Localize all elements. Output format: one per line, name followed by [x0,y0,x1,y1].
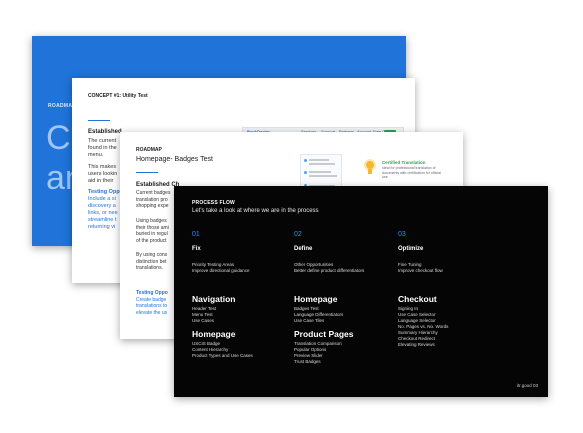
list-bullet-icon [304,159,307,162]
testing-opportunity: Testing Oppo Create badge translations t… [136,290,168,316]
list-item: Badges Test [294,306,319,311]
list-item: Signing In [398,306,419,311]
step-line: Other Opportunities [294,262,334,267]
list-item: USCIS Badge [192,341,221,346]
list-item: Trust Badges [294,359,321,364]
certified-badge-icon [364,159,376,174]
list-item: Elevating Reviews [398,342,435,347]
list-bullet-icon [304,171,307,174]
section-heading: Homepage [294,294,338,304]
list-item: Translation Comparison [294,341,342,346]
list-item: Summary Hierarchy [398,330,438,335]
list-item: No. Pages vs. No. Words [398,324,449,329]
list-item: Popular Options [294,347,327,352]
slide-label: PROCESS FLOW [192,200,235,206]
list-item: Use Case Tiles [294,318,325,323]
section-heading: Product Pages [294,329,354,339]
cert-title: Certified Translation [382,160,426,165]
paragraph-3: By using cons distinction bet translatio… [136,252,168,271]
slide-title: CONCEPT #1: Utility Test [88,93,148,99]
list-item: Use Cases [192,318,215,323]
list-item: Menu Test [192,312,213,317]
cert-description: Ideal for professional translation of do… [382,166,441,179]
step-title: Define [294,246,313,252]
divider [88,120,110,121]
list-item: Header Test [192,306,217,311]
step-line: Improve directional guidance [192,268,250,273]
step-number: 03 [398,231,406,238]
slide-footer: itr.good 03 [516,383,538,388]
paragraph-1: Current badges translation pro shopping … [136,190,171,209]
step-line: Priority Testing Areas [192,262,235,267]
slide-label: ROADMAP [136,147,162,153]
list-item: Product Types and Use Cases [192,353,253,358]
step-title: Fix [192,246,201,252]
step-line: Better define product differentiators [294,268,365,273]
list-item: Checkout Redirect [398,336,436,341]
paragraph-2: Using badges their those ami buried in r… [136,218,169,244]
step-title: Optimize [398,246,424,252]
step-line: Fine Tuning [398,262,422,267]
section-heading: Checkout [398,294,437,304]
step-line: Improve checkout flow [398,268,443,273]
section-heading: Established Ch [136,182,180,188]
list-item: Preview Slider [294,353,323,358]
section-heading: Homepage [192,329,236,339]
step-number: 02 [294,231,302,238]
section-heading: Established [88,129,122,135]
list-item: Language Differentiators [294,312,344,317]
divider [136,172,158,173]
step-number: 01 [192,231,200,238]
section-heading: Navigation [192,294,236,304]
slide-title: Homepage- Badges Test [136,156,213,163]
list-item: Use Case Selector [398,312,436,317]
slide-subtitle: Let's take a look at where we are in the… [192,208,319,214]
list-item: Language Selector [398,318,436,323]
list-item: Content Hierarchy [192,347,229,352]
slide-process-flow: PROCESS FLOW Let's take a look at where … [174,186,548,397]
